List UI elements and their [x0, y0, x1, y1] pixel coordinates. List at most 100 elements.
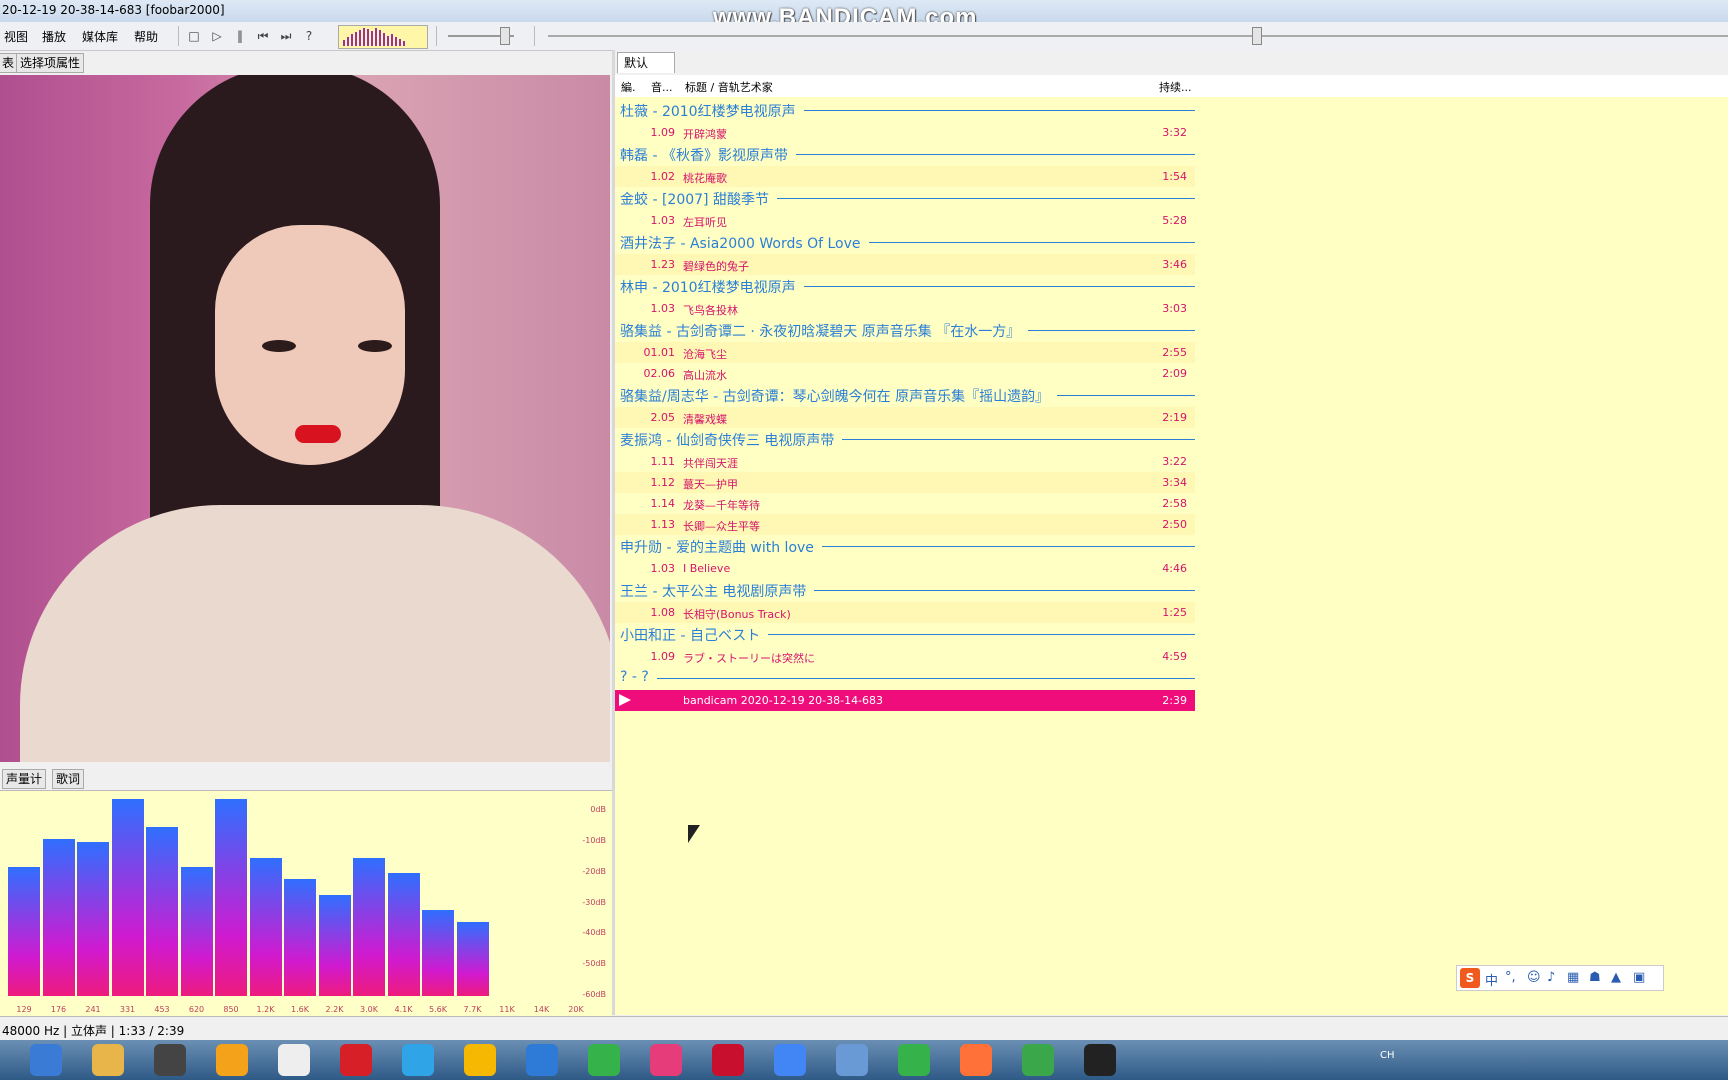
clock-icon[interactable]	[526, 1044, 558, 1076]
playlist-group-header[interactable]: 麦振鸿 - 仙剑奇侠传三 电视原声带	[615, 428, 1195, 450]
spectrum-bar	[180, 866, 213, 996]
track-row[interactable]: 1.02 桃花庵歌 1:54	[615, 166, 1195, 187]
search-icon[interactable]	[30, 1044, 62, 1076]
netease-music-icon[interactable]	[340, 1044, 372, 1076]
track-row[interactable]: 1.03 I Believe 4:46	[615, 558, 1195, 579]
foobar-icon[interactable]	[278, 1044, 310, 1076]
column-number[interactable]: 編.	[621, 79, 636, 95]
previous-icon[interactable]: ⏮	[255, 28, 271, 44]
playlist-group-header[interactable]: 林申 - 2010红楼梦电视原声	[615, 275, 1195, 297]
playlist-group-header[interactable]: 申升勋 - 爱的主题曲 with love	[615, 535, 1195, 557]
track-number: 2.05	[650, 411, 676, 424]
keyboard-icon[interactable]: ▦	[1567, 970, 1579, 985]
toolbox-icon[interactable]: ▣	[1633, 970, 1645, 985]
frequency-label: 11K	[499, 1005, 515, 1014]
menu-view[interactable]: 视图	[4, 28, 28, 45]
video-icon[interactable]	[898, 1044, 930, 1076]
record-icon[interactable]	[1084, 1044, 1116, 1076]
ime-language[interactable]: 中	[1485, 970, 1498, 989]
track-row[interactable]: 02.06 高山流水 2:09	[615, 363, 1195, 384]
track-row[interactable]: 2.05 清馨戏蝶 2:19	[615, 407, 1195, 428]
play-icon[interactable]: ▷	[209, 28, 225, 44]
skin-icon[interactable]: ▲	[1611, 970, 1621, 985]
playlist-group-header[interactable]: 杜薇 - 2010红楼梦电视原声	[615, 99, 1195, 121]
db-label: -50dB	[582, 959, 606, 969]
user-icon[interactable]: ☗	[1589, 970, 1601, 985]
firefox-icon[interactable]	[960, 1044, 992, 1076]
youku-icon[interactable]	[650, 1044, 682, 1076]
track-row[interactable]: 01.01 沧海飞尘 2:55	[615, 342, 1195, 363]
player-icon[interactable]	[464, 1044, 496, 1076]
playlist-group-header[interactable]: 韩磊 - 《秋香》影视原声带	[615, 143, 1195, 165]
track-row[interactable]: 1.09 ラブ・ストーリーは突然に 4:59	[615, 646, 1195, 667]
playlist-group-header[interactable]: 王兰 - 太平公主 电视剧原声带	[615, 579, 1195, 601]
media-icon[interactable]	[402, 1044, 434, 1076]
random-icon[interactable]: ?	[301, 28, 317, 44]
visualizer-bar	[379, 30, 381, 46]
art-robe	[20, 505, 610, 762]
punctuation-icon[interactable]: °,	[1505, 970, 1516, 985]
track-duration: 2:58	[1162, 497, 1187, 510]
tab-selection-properties[interactable]: 选择项属性	[16, 53, 85, 73]
emoji-icon[interactable]: ☺	[1527, 970, 1541, 985]
playlist-group-header[interactable]: 骆集益/周志华 - 古剑奇谭：琴心剑魄今何在 原声音乐集『摇山遗韵』	[615, 384, 1195, 406]
track-title: 碧绿色的兔子	[683, 260, 749, 273]
iqiyi-icon[interactable]	[588, 1044, 620, 1076]
playlist-group-header[interactable]: 骆集益 - 古剑奇谭二 · 永夜初晗凝碧天 原声音乐集 『在水一方』	[615, 319, 1195, 341]
chrome-icon[interactable]	[774, 1044, 806, 1076]
volume-knob[interactable]	[500, 27, 511, 45]
playlist[interactable]: 杜薇 - 2010红楼梦电视原声 1.09 开辟鸿蒙 3:32 韩磊 - 《秋香》影视原…	[615, 97, 1728, 1015]
track-row[interactable]: 1.23 碧绿色的兔子 3:46	[615, 254, 1195, 275]
menu-playback[interactable]: 播放	[42, 28, 66, 45]
playlist-group-header[interactable]: 酒井法子 - Asia2000 Words Of Love	[615, 231, 1195, 253]
group-title: 麦振鸿 - 仙剑奇侠传三 电视原声带	[620, 430, 843, 450]
now-playing-row[interactable]: bandicam 2020-12-19 20-38-14-683 2:39	[615, 690, 1195, 711]
track-duration: 2:09	[1162, 367, 1187, 380]
track-number: 1.09	[650, 650, 676, 663]
seek-knob[interactable]	[1252, 27, 1262, 45]
track-row[interactable]: 1.12 蕞天—护甲 3:34	[615, 472, 1195, 493]
menu-help[interactable]: 帮助	[134, 28, 158, 45]
track-row[interactable]: 1.08 长相守(Bonus Track) 1:25	[615, 602, 1195, 623]
headphones-icon[interactable]	[216, 1044, 248, 1076]
menu-library[interactable]: 媒体库	[82, 28, 118, 45]
folder-icon[interactable]	[92, 1044, 124, 1076]
stop-icon[interactable]: □	[186, 28, 202, 44]
ime-toolbar[interactable]: S 中 °, ☺ ♪ ▦ ☗ ▲ ▣	[1456, 965, 1664, 991]
track-row[interactable]: 1.09 开辟鸿蒙 3:32	[615, 122, 1195, 143]
track-row[interactable]: 1.03 飞鸟各投林 3:03	[615, 298, 1195, 319]
ie-icon[interactable]	[1022, 1044, 1054, 1076]
spectrum-bar	[146, 826, 178, 996]
track-row[interactable]: 1.03 左耳听见 5:28	[615, 210, 1195, 231]
tab-lyrics[interactable]: 歌词	[52, 769, 85, 789]
column-title-artist[interactable]: 标题 / 音轨艺术家	[685, 79, 773, 95]
tab-volume-meter[interactable]: 声量计	[2, 769, 47, 789]
microphone-icon[interactable]: ♪	[1547, 970, 1555, 985]
visualizer-bar	[351, 34, 353, 46]
visualizer-bar	[387, 36, 389, 46]
toolbar-divider	[178, 26, 179, 46]
321-player-icon[interactable]	[154, 1044, 186, 1076]
track-row[interactable]: 1.11 共伴闯天涯 3:22	[615, 451, 1195, 472]
track-number: 1.03	[650, 214, 676, 227]
playlist-group-header[interactable]: 金蛟 - [2007] 甜酸季节	[615, 187, 1195, 209]
playlist-group-header[interactable]: 小田和正 - 自己ベスト	[615, 623, 1195, 645]
column-channel[interactable]: 音...	[651, 79, 673, 95]
sogou-icon[interactable]: S	[1460, 968, 1480, 988]
bird-icon[interactable]	[836, 1044, 868, 1076]
track-number: 1.12	[650, 476, 676, 489]
column-duration[interactable]: 持续...	[1159, 79, 1192, 95]
next-icon[interactable]: ⏭	[278, 28, 294, 44]
seek-bar[interactable]	[548, 35, 1728, 37]
frequency-label: 176	[50, 1005, 67, 1014]
tray-language[interactable]: CH	[1380, 1050, 1395, 1061]
track-row[interactable]: 1.13 长卿—众生平等 2:50	[615, 514, 1195, 535]
tab-default-playlist[interactable]: 默认	[617, 52, 675, 73]
track-row[interactable]: 1.14 龙葵—千年等待 2:58	[615, 493, 1195, 514]
track-title: 高山流水	[683, 369, 727, 382]
flash-icon[interactable]	[712, 1044, 744, 1076]
track-number: 1.23	[650, 258, 676, 271]
playlist-group-header[interactable]: ? - ?	[615, 667, 1195, 689]
pause-icon[interactable]: ‖	[232, 28, 248, 44]
group-title: 王兰 - 太平公主 电视剧原声带	[620, 581, 815, 601]
